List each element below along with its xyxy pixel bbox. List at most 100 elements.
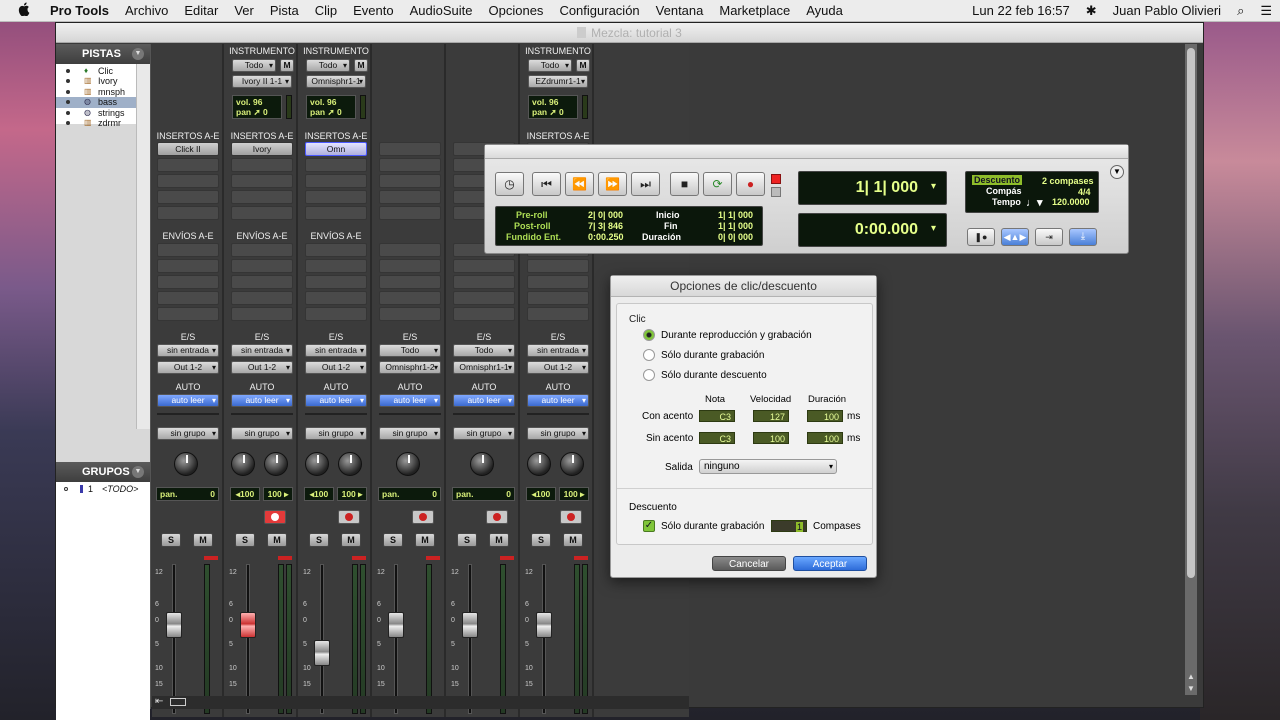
send-slot[interactable] xyxy=(231,243,293,257)
insert-slot[interactable] xyxy=(231,190,293,204)
mute-midi-button[interactable]: M xyxy=(280,59,294,72)
pan-display[interactable]: pan. 0 xyxy=(378,487,441,501)
vertical-scrollbar[interactable]: ▲ ▼ xyxy=(1185,44,1197,695)
volume-fader[interactable] xyxy=(536,612,552,638)
output-select[interactable]: Out 1-2 xyxy=(305,361,367,374)
accented-velocity-field[interactable]: 127 xyxy=(753,410,789,422)
send-slot[interactable] xyxy=(305,275,367,289)
insert-slot[interactable] xyxy=(379,174,441,188)
instrument-select[interactable]: Ivory II 1-1 xyxy=(232,75,292,88)
midi-merge-icon[interactable] xyxy=(771,174,781,184)
mute-midi-button[interactable]: M xyxy=(354,59,368,72)
go-to-end-button[interactable]: ⏭ xyxy=(631,172,660,196)
send-slot[interactable] xyxy=(305,291,367,305)
user-name[interactable]: Juan Pablo Olivieri xyxy=(1105,3,1229,18)
expand-icon[interactable]: ⇤ xyxy=(155,696,163,707)
group-select[interactable]: sin grupo xyxy=(305,427,367,440)
send-slot[interactable] xyxy=(379,275,441,289)
menu-configuracion[interactable]: Configuración xyxy=(551,3,647,18)
pan-right-display[interactable]: 100 ▸ xyxy=(337,487,367,501)
countoff-button[interactable]: ⇥ xyxy=(1035,228,1063,246)
output-select[interactable]: ninguno ▾ xyxy=(699,459,837,474)
note-icon[interactable]: ♩▾ xyxy=(1026,196,1043,209)
pan-knob-left[interactable] xyxy=(231,452,255,476)
record-only-checkbox[interactable]: ✓ xyxy=(643,520,655,532)
solo-button[interactable]: S xyxy=(383,533,403,547)
preroll-value[interactable]: 2| 0| 000 xyxy=(588,210,623,220)
pan-knob-right[interactable] xyxy=(264,452,288,476)
pan-left-display[interactable]: ◂100 xyxy=(304,487,334,501)
output-select[interactable]: Out 1-2 xyxy=(231,361,293,374)
end-value[interactable]: 1| 1| 000 xyxy=(718,221,753,231)
menu-editar[interactable]: Editar xyxy=(176,3,226,18)
automation-mode-select[interactable]: auto leer xyxy=(527,394,589,407)
send-slot[interactable] xyxy=(379,243,441,257)
input-select[interactable]: Todo xyxy=(379,344,441,357)
preroll-label[interactable]: Pre-roll xyxy=(516,210,548,220)
volume-fader[interactable] xyxy=(388,612,404,638)
countoff-value[interactable]: 2 compases xyxy=(1042,176,1094,186)
main-counter[interactable]: 1| 1| 000 xyxy=(798,171,947,205)
insert-slot[interactable] xyxy=(157,206,219,220)
unaccented-velocity-field[interactable]: 100 xyxy=(753,432,789,444)
scroll-down-icon[interactable]: ▼ xyxy=(1187,684,1195,693)
online-button[interactable]: ◷ xyxy=(495,172,524,196)
automation-mode-select[interactable]: auto leer xyxy=(231,394,293,407)
send-slot[interactable] xyxy=(379,259,441,273)
volume-display[interactable]: vol. 96 pan ➚ 0 xyxy=(528,95,578,119)
insert-slot[interactable] xyxy=(305,158,367,172)
mute-button[interactable]: M xyxy=(415,533,435,547)
pan-right-display[interactable]: 100 ▸ xyxy=(263,487,293,501)
radio-play-and-record-label[interactable]: Durante reproducción y grabación xyxy=(661,330,812,341)
group-select[interactable]: sin grupo xyxy=(231,427,293,440)
insert-slot[interactable] xyxy=(231,206,293,220)
send-slot[interactable] xyxy=(157,275,219,289)
solo-button[interactable]: S xyxy=(457,533,477,547)
fast-forward-button[interactable]: ⏩ xyxy=(598,172,627,196)
insert-slot[interactable] xyxy=(305,206,367,220)
output-select[interactable]: Out 1-2 xyxy=(157,361,219,374)
record-only-checkbox-label[interactable]: Sólo durante grabación xyxy=(661,521,764,532)
tracks-scrollbar[interactable] xyxy=(136,64,150,429)
volume-display[interactable]: vol. 96 pan ➚ 0 xyxy=(306,95,356,119)
send-slot[interactable] xyxy=(231,259,293,273)
transport-menu-icon[interactable]: ▼ xyxy=(1110,165,1124,179)
group-select[interactable]: sin grupo xyxy=(527,427,589,440)
menu-evento[interactable]: Evento xyxy=(345,3,401,18)
pan-display[interactable]: pan. 0 xyxy=(156,487,219,501)
automation-mode-select[interactable]: auto leer xyxy=(157,394,219,407)
menu-clip[interactable]: Clip xyxy=(307,3,345,18)
send-slot[interactable] xyxy=(453,275,515,289)
input-select[interactable]: sin entrada xyxy=(527,344,589,357)
insert-slot[interactable] xyxy=(305,174,367,188)
volume-display[interactable]: vol. 96 pan ➚ 0 xyxy=(232,95,282,119)
record-arm-button[interactable] xyxy=(412,510,434,524)
radio-record-only-label[interactable]: Sólo durante grabación xyxy=(661,350,764,361)
postroll-value[interactable]: 7| 3| 846 xyxy=(588,221,623,231)
input-select[interactable]: sin entrada xyxy=(157,344,219,357)
send-slot[interactable] xyxy=(157,243,219,257)
insert-slot[interactable]: Click II xyxy=(157,142,219,156)
output-select[interactable]: Out 1-2 xyxy=(527,361,589,374)
menu-opciones[interactable]: Opciones xyxy=(481,3,552,18)
input-select[interactable]: sin entrada xyxy=(231,344,293,357)
send-slot[interactable] xyxy=(527,259,589,273)
record-arm-button[interactable] xyxy=(486,510,508,524)
volume-fader[interactable] xyxy=(166,612,182,638)
send-slot[interactable] xyxy=(453,307,515,321)
insert-slot[interactable] xyxy=(379,206,441,220)
record-arm-button[interactable] xyxy=(338,510,360,524)
automation-mode-select[interactable]: auto leer xyxy=(379,394,441,407)
clock[interactable]: Lun 22 feb 16:57 xyxy=(964,3,1078,18)
volume-fader[interactable] xyxy=(240,612,256,638)
menu-pista[interactable]: Pista xyxy=(262,3,307,18)
group-select[interactable]: sin grupo xyxy=(157,427,219,440)
scrollbar-thumb[interactable] xyxy=(1187,48,1195,578)
send-slot[interactable] xyxy=(453,291,515,305)
insert-slot[interactable] xyxy=(231,174,293,188)
pan-knob-left[interactable] xyxy=(305,452,329,476)
pan-knob-left[interactable] xyxy=(527,452,551,476)
group-row[interactable]: 1 <TODO> xyxy=(56,484,150,495)
play-button[interactable]: ⟳ xyxy=(703,172,732,196)
record-button[interactable]: ● xyxy=(736,172,765,196)
